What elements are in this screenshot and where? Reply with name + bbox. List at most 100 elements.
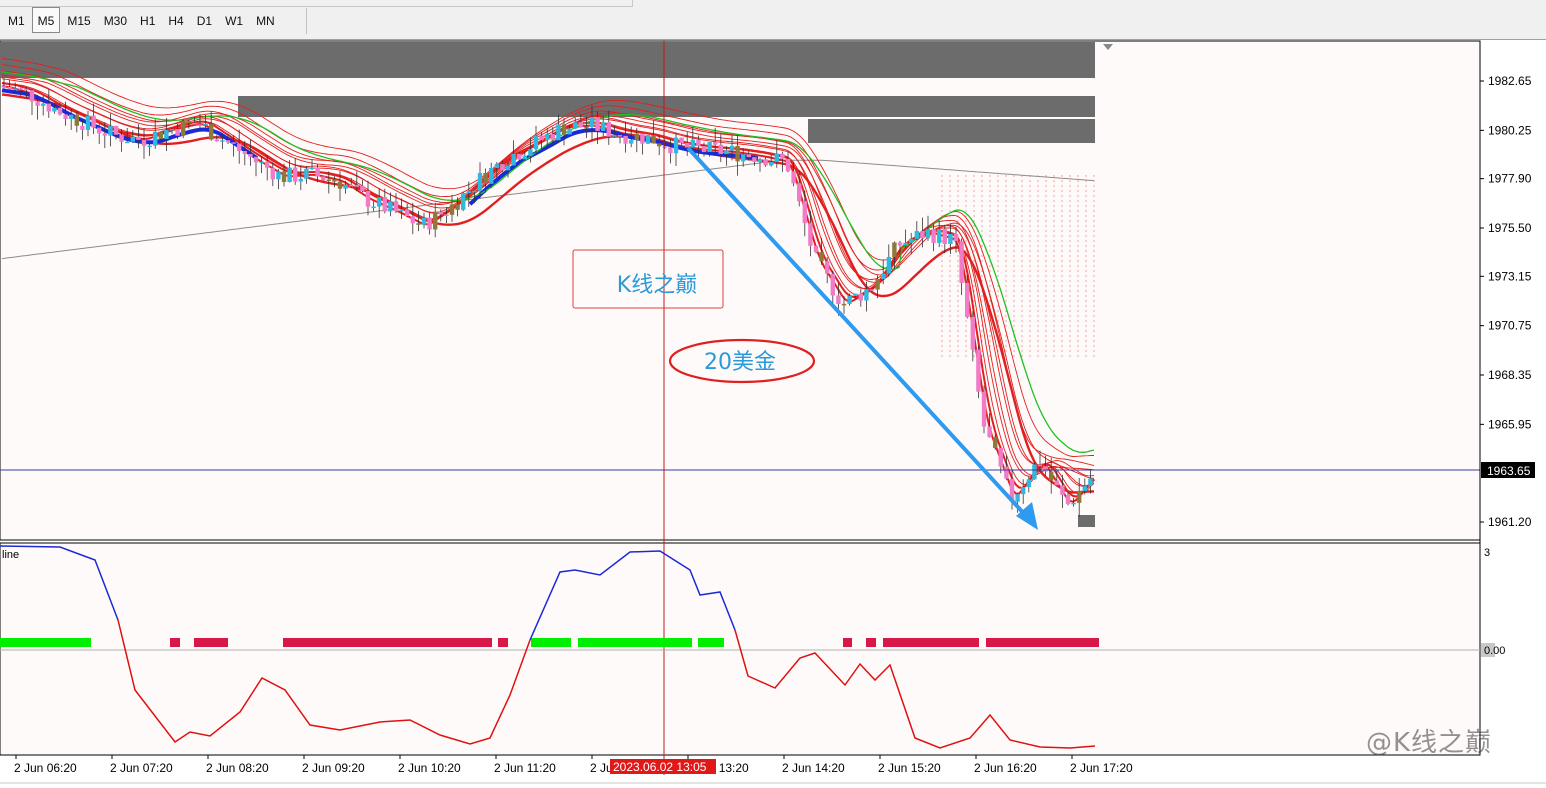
candle-body [774, 153, 779, 162]
candle-body [315, 167, 320, 177]
timeframe-button-m15[interactable]: M15 [61, 7, 96, 33]
candle-body [74, 114, 79, 126]
time-tick-label: 2 Jun 15:20 [878, 761, 941, 775]
candle-body [612, 135, 617, 137]
candle-body [864, 289, 869, 301]
candle-body [920, 231, 925, 239]
candle-body [97, 127, 102, 134]
price-tick-label: 1965.95 [1488, 417, 1532, 431]
candle-body [567, 128, 572, 135]
candle-body [673, 137, 679, 154]
candle-body [483, 173, 488, 184]
time-tick-label: 2 Jun 10:20 [398, 761, 461, 775]
candle-body [164, 130, 169, 139]
candle-body [606, 122, 611, 137]
candle-body [623, 135, 628, 144]
candle-body [892, 242, 897, 257]
timeframe-button-mn[interactable]: MN [250, 7, 281, 33]
candle-body [617, 135, 623, 137]
candle-body [449, 204, 455, 215]
candle-body [276, 171, 281, 180]
candle-body [724, 150, 729, 155]
candle-body [1065, 494, 1071, 504]
candle-body [108, 125, 113, 136]
timeframe-button-w1[interactable]: W1 [219, 7, 249, 33]
indicator-signal-bar [698, 638, 724, 647]
candle-body [645, 135, 651, 144]
price-chart[interactable]: K线之巅 20美金 1982.65 1980.25 1977.90 1975.50 19… [0, 40, 1546, 788]
candle-body [438, 211, 443, 215]
candle-body [651, 135, 656, 144]
candle-body [640, 133, 645, 144]
candle-body [52, 107, 57, 112]
timeframe-button-h1[interactable]: H1 [134, 7, 161, 33]
candle-body [18, 88, 23, 90]
timeframe-button-h4[interactable]: H4 [162, 7, 189, 33]
candle-body [505, 165, 511, 171]
candle-body [393, 201, 399, 212]
ellipse-label: 20美金 [704, 350, 776, 375]
candle-body [925, 229, 931, 239]
candle-body [399, 209, 404, 212]
candle-body [214, 139, 219, 142]
time-tick-label: 2 Jun 08:20 [206, 761, 269, 775]
timeframe-button-m5[interactable]: M5 [31, 7, 61, 33]
candle-body [253, 156, 259, 163]
candle-body [937, 229, 942, 243]
candle-body [416, 223, 421, 225]
candle-body [584, 126, 589, 129]
candle-body [897, 242, 903, 246]
candle-body [903, 242, 908, 246]
current-price-tag-text: 1963.65 [1487, 464, 1531, 478]
candle-body [13, 88, 18, 90]
candle-body [953, 233, 959, 242]
candle-body [875, 279, 880, 290]
candle-body [550, 134, 555, 141]
candle-body [69, 114, 74, 119]
candle-body [965, 283, 970, 318]
candle-body [360, 185, 365, 192]
candle-body [309, 167, 315, 170]
candle-body [931, 229, 936, 243]
candle-body [298, 178, 303, 182]
crosshair-time-tag-text: 2023.06.02 13:05 [613, 760, 707, 774]
candle-body [561, 124, 567, 135]
time-tick-label: 2 Jun 07:20 [110, 761, 173, 775]
time-tick-label: 2 Jun 16:20 [974, 761, 1037, 775]
candle-body [959, 241, 964, 284]
candle-body [80, 125, 85, 130]
candle-body [192, 122, 197, 125]
candle-body [365, 191, 371, 207]
candle-body [455, 204, 460, 210]
candle-body [802, 201, 807, 224]
supply-zone [238, 96, 1095, 117]
candle-body [735, 145, 740, 162]
indicator-signal-bar [194, 638, 228, 647]
candle-body [942, 229, 947, 245]
candle-body [287, 167, 292, 183]
candle-body [763, 159, 768, 166]
candle-body [769, 161, 774, 166]
candle-body [354, 184, 359, 187]
candle-body [752, 157, 757, 162]
candle-body [841, 303, 847, 306]
candle-body [7, 86, 12, 90]
candle-body [405, 209, 410, 217]
timeframe-toolbar: M1 M5 M15 M30 H1 H4 D1 W1 MN [0, 0, 1546, 40]
timeframe-button-m1[interactable]: M1 [2, 7, 31, 33]
time-tick-label: 2 Jun 14:20 [782, 761, 845, 775]
timeframe-button-d1[interactable]: D1 [191, 7, 218, 33]
candle-body [629, 140, 634, 144]
candle-body [494, 164, 499, 168]
candle-body [578, 122, 583, 127]
candle-body [909, 238, 914, 243]
candle-body [707, 142, 712, 153]
candle-body [141, 139, 147, 146]
candle-body [858, 293, 863, 301]
candle-body [690, 139, 695, 148]
price-tick-label: 1973.15 [1488, 269, 1532, 283]
timeframe-button-m30[interactable]: M30 [98, 7, 133, 33]
candle-body [153, 131, 158, 146]
candle-body [528, 149, 533, 156]
timeframe-button-group: M1 M5 M15 M30 H1 H4 D1 W1 MN [2, 7, 282, 35]
